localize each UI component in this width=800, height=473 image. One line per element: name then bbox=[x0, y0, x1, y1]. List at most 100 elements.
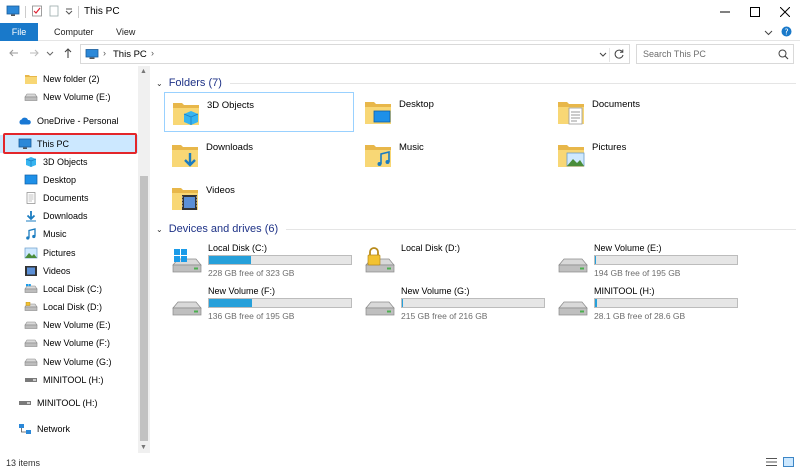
navigation-pane: New folder (2) New Volume (E:) OneDrive - … bbox=[0, 66, 150, 453]
nav-item[interactable]: New Volume (F:) bbox=[0, 334, 138, 352]
this-pc-highlight bbox=[3, 133, 137, 154]
folder-tile[interactable]: Documents bbox=[550, 92, 740, 132]
drive-icon bbox=[24, 356, 38, 368]
drive-tile[interactable]: New Volume (G:) 215 GB free of 216 GB bbox=[359, 284, 549, 324]
onedrive-icon bbox=[18, 115, 32, 127]
nav-item-label: New Volume (E:) bbox=[43, 320, 111, 330]
nav-item[interactable]: New Volume (E:) bbox=[0, 88, 138, 106]
collapse-icon[interactable]: ⌄ bbox=[156, 79, 163, 88]
tab-view[interactable]: View bbox=[116, 23, 135, 41]
forward-button[interactable] bbox=[28, 47, 40, 59]
drive-tile[interactable]: MINITOOL (H:) 28.1 GB free of 28.6 GB bbox=[552, 284, 742, 324]
nav-item[interactable]: Documents bbox=[0, 189, 138, 207]
customize-toolbar-icon[interactable] bbox=[65, 7, 73, 17]
nav-item[interactable]: Pictures bbox=[0, 244, 138, 262]
pictures-icon bbox=[24, 247, 38, 259]
nav-item[interactable]: Desktop bbox=[0, 171, 138, 189]
breadcrumb-separator-icon[interactable]: › bbox=[151, 48, 154, 58]
folder-tile[interactable]: Pictures bbox=[550, 135, 740, 175]
nav-item[interactable]: New folder (2) bbox=[0, 70, 138, 88]
drive-icon bbox=[24, 319, 38, 331]
close-button[interactable] bbox=[770, 0, 800, 23]
drive-label: MINITOOL (H:) bbox=[594, 286, 655, 296]
scrollbar-thumb[interactable] bbox=[140, 176, 148, 441]
nav-item[interactable]: New Volume (E:) bbox=[0, 316, 138, 334]
quick-access-toolbar bbox=[6, 5, 79, 19]
drives-section-title: Devices and drives (6) bbox=[168, 223, 279, 235]
drive-tile[interactable]: New Volume (E:) 194 GB free of 195 GB bbox=[552, 241, 742, 281]
maximize-button[interactable] bbox=[740, 0, 770, 23]
search-input[interactable] bbox=[637, 45, 777, 63]
drives-section-header[interactable]: ⌄ Devices and drives (6) bbox=[156, 221, 796, 237]
large-icons-view-icon[interactable] bbox=[783, 457, 794, 469]
address-dropdown-icon[interactable] bbox=[599, 50, 607, 60]
nav-item[interactable]: MINITOOL (H:) bbox=[0, 394, 138, 412]
content-pane: ⌄ Folders (7) 3D Objects Desktop Documen… bbox=[152, 66, 800, 453]
status-bar: 13 items bbox=[0, 453, 800, 473]
computer-icon bbox=[85, 49, 99, 62]
nav-item-label: Downloads bbox=[43, 211, 88, 221]
details-view-icon[interactable] bbox=[766, 457, 777, 469]
drive-tile[interactable]: Local Disk (C:) 228 GB free of 323 GB bbox=[166, 241, 356, 281]
help-icon[interactable]: ? bbox=[781, 26, 792, 39]
folder-tile[interactable]: Music bbox=[357, 135, 547, 175]
drive-free-space: 215 GB free of 216 GB bbox=[401, 311, 488, 321]
up-button[interactable] bbox=[62, 47, 74, 59]
tab-computer[interactable]: Computer bbox=[54, 23, 94, 41]
scroll-down-icon[interactable]: ▼ bbox=[140, 444, 147, 451]
drive-icon bbox=[363, 290, 397, 320]
folders-section-header[interactable]: ⌄ Folders (7) bbox=[156, 75, 796, 91]
drive-tile[interactable]: New Volume (F:) 136 GB free of 195 GB bbox=[166, 284, 356, 324]
search-icon[interactable] bbox=[778, 49, 789, 62]
folder-tile[interactable]: Desktop bbox=[357, 92, 547, 132]
tab-file[interactable]: File bbox=[0, 23, 38, 41]
pictures-icon bbox=[556, 139, 586, 171]
nav-item[interactable]: Network bbox=[0, 420, 138, 438]
nav-item[interactable]: Music bbox=[0, 225, 138, 243]
nav-item-label: OneDrive - Personal bbox=[37, 116, 119, 126]
nav-item-label: Local Disk (D:) bbox=[43, 302, 103, 312]
drive-label: New Volume (F:) bbox=[208, 286, 276, 296]
drive-tile[interactable]: Local Disk (D:) bbox=[359, 241, 549, 281]
3d-objects-icon bbox=[171, 97, 201, 129]
nav-item-label: Videos bbox=[43, 266, 71, 276]
address-bar[interactable]: › This PC › bbox=[80, 44, 630, 64]
folder-tile[interactable]: Downloads bbox=[164, 135, 354, 175]
drive-icon bbox=[556, 247, 590, 277]
nav-item-label: Desktop bbox=[43, 175, 77, 185]
nav-item[interactable]: Videos bbox=[0, 262, 138, 280]
search-box bbox=[636, 44, 794, 64]
scroll-up-icon[interactable]: ▲ bbox=[140, 68, 147, 75]
refresh-button[interactable] bbox=[609, 48, 625, 62]
drive-usage-bar bbox=[401, 298, 545, 308]
drive-label: Local Disk (C:) bbox=[208, 243, 268, 253]
new-folder-icon[interactable] bbox=[48, 5, 60, 19]
nav-item[interactable]: Downloads bbox=[0, 207, 138, 225]
folder-tile[interactable]: 3D Objects bbox=[164, 92, 354, 132]
drive-usage-fill bbox=[595, 256, 596, 264]
recent-locations-button[interactable] bbox=[46, 49, 54, 61]
nav-item[interactable]: Local Disk (C:) bbox=[0, 280, 138, 298]
collapse-icon[interactable]: ⌄ bbox=[156, 225, 163, 234]
nav-item[interactable]: Local Disk (D:) bbox=[0, 298, 138, 316]
expand-ribbon-icon[interactable] bbox=[764, 28, 773, 38]
minimize-button[interactable] bbox=[710, 0, 740, 23]
usb-drive-icon bbox=[18, 397, 32, 409]
folder-icon bbox=[24, 73, 38, 85]
ribbon-tabs: File Computer View ? bbox=[0, 23, 800, 41]
properties-icon[interactable] bbox=[31, 5, 43, 19]
drive-free-space: 194 GB free of 195 GB bbox=[594, 268, 681, 278]
nav-item[interactable]: MINITOOL (H:) bbox=[0, 371, 138, 389]
folder-label: Documents bbox=[592, 99, 641, 110]
breadcrumb-separator-icon[interactable]: › bbox=[103, 48, 106, 58]
nav-item[interactable]: 3D Objects bbox=[0, 153, 138, 171]
downloads-icon bbox=[24, 210, 38, 222]
breadcrumb-this-pc[interactable]: This PC bbox=[113, 49, 147, 60]
desktop-icon bbox=[24, 174, 38, 186]
folder-tile[interactable]: Videos bbox=[164, 178, 354, 218]
nav-scrollbar[interactable]: ▲ ▼ bbox=[138, 66, 150, 453]
back-button[interactable] bbox=[8, 47, 20, 59]
nav-item[interactable]: OneDrive - Personal bbox=[0, 112, 138, 130]
windows-drive-icon bbox=[170, 247, 204, 277]
nav-item[interactable]: New Volume (G:) bbox=[0, 353, 138, 371]
